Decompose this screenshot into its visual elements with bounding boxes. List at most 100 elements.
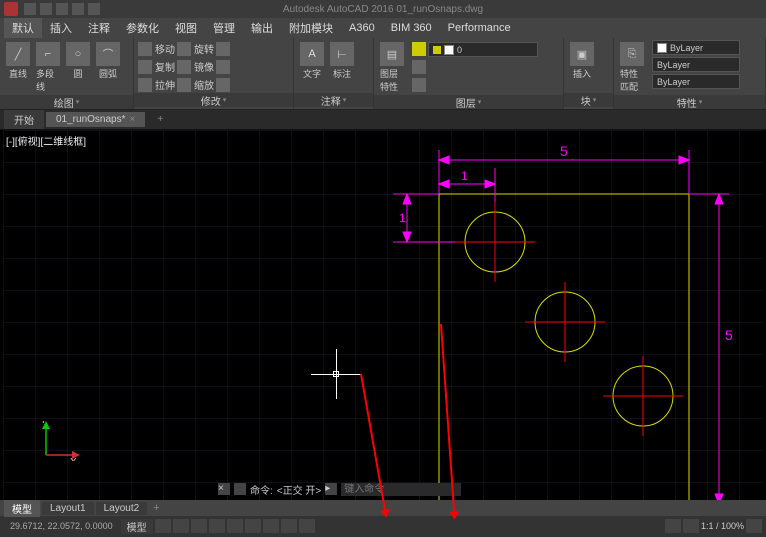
tab-addins[interactable]: 附加模块 — [281, 18, 341, 38]
tool-mirror[interactable]: 镜像 — [177, 58, 214, 75]
freeze-icon — [412, 60, 426, 74]
status-workspace-icon[interactable] — [683, 519, 699, 533]
svg-text:X: X — [70, 457, 77, 461]
drawing-viewport[interactable]: [-][俯视][二维线框] 5 1 — [0, 130, 766, 500]
scale-icon — [177, 78, 191, 92]
tab-performance[interactable]: Performance — [440, 20, 519, 36]
tab-output[interactable]: 输出 — [243, 18, 281, 38]
qat-open-icon[interactable] — [40, 3, 52, 15]
close-tab-icon[interactable]: × — [130, 114, 136, 125]
status-customize-icon[interactable] — [746, 519, 762, 533]
panel-label-draw[interactable]: 绘图 — [0, 95, 133, 109]
status-annoscale-icon[interactable] — [665, 519, 681, 533]
status-grid-icon[interactable] — [155, 519, 171, 533]
tool-arc[interactable]: ⌒圆弧 — [94, 40, 122, 82]
layer-dropdown[interactable]: 0 — [428, 42, 538, 57]
layers-icon: ▤ — [380, 42, 404, 66]
layer-toggle-2[interactable] — [412, 58, 426, 75]
tool-text[interactable]: A文字 — [298, 40, 326, 82]
title-bar: Autodesk AutoCAD 2016 01_runOsnaps.dwg — [0, 0, 766, 18]
tool-match-properties[interactable]: ⎘特性匹配 — [618, 40, 646, 95]
panel-label-modify[interactable]: 修改 — [134, 93, 293, 107]
tab-annotate[interactable]: 注释 — [80, 18, 118, 38]
ribbon: ╱直线 ⌐多段线 ○圆 ⌒圆弧 绘图 移动 复制 拉伸 旋转 镜像 缩放 — [0, 38, 766, 110]
qat-undo-icon[interactable] — [72, 3, 84, 15]
app-logo-icon[interactable] — [4, 2, 18, 16]
status-lineweight-icon[interactable] — [281, 519, 297, 533]
color-dropdown[interactable]: ByLayer — [652, 40, 740, 55]
ucs-icon[interactable]: Y X — [40, 421, 80, 464]
layer-color-swatch — [444, 45, 454, 55]
tool-trim[interactable] — [216, 40, 230, 57]
status-polar-icon[interactable] — [209, 519, 225, 533]
tab-a360[interactable]: A360 — [341, 20, 383, 36]
layout-tab-model[interactable]: 模型 — [4, 500, 40, 517]
tab-bim360[interactable]: BIM 360 — [383, 20, 440, 36]
status-otrack-icon[interactable] — [245, 519, 261, 533]
doc-tab-add[interactable]: + — [147, 112, 173, 127]
color-swatch-icon — [657, 43, 667, 53]
panel-properties: ⎘特性匹配 ByLayer ByLayer ByLayer 特性 — [614, 38, 766, 109]
tool-line[interactable]: ╱直线 — [4, 40, 32, 82]
layer-toggle-1[interactable] — [412, 40, 426, 57]
tool-insert-block[interactable]: ▣插入 — [568, 40, 596, 82]
tool-rotate[interactable]: 旋转 — [177, 40, 214, 57]
dim-dy: 1 — [399, 211, 406, 225]
layout-tab-1[interactable]: Layout1 — [42, 502, 94, 515]
doc-tab-current[interactable]: 01_runOsnaps*× — [46, 112, 145, 127]
command-input[interactable] — [341, 483, 461, 496]
tool-move[interactable]: 移动 — [138, 40, 175, 57]
dim-dx: 1 — [461, 169, 468, 183]
line-icon: ╱ — [6, 42, 30, 66]
cmd-prompt-icon: ▸ — [325, 483, 337, 495]
tool-array[interactable] — [216, 76, 230, 93]
layer-bulb-icon — [433, 46, 441, 54]
tab-view[interactable]: 视图 — [167, 18, 205, 38]
panel-label-properties[interactable]: 特性 — [614, 95, 765, 109]
panel-modify: 移动 复制 拉伸 旋转 镜像 缩放 修改 — [134, 38, 294, 109]
qat-new-icon[interactable] — [24, 3, 36, 15]
status-osnap-icon[interactable] — [227, 519, 243, 533]
qat-redo-icon[interactable] — [88, 3, 100, 15]
stretch-icon — [138, 78, 152, 92]
layout-tab-2[interactable]: Layout2 — [96, 502, 148, 515]
tool-dimension[interactable]: ⊢标注 — [328, 40, 356, 82]
tool-polyline[interactable]: ⌐多段线 — [34, 40, 62, 95]
tab-default[interactable]: 默认 — [4, 18, 42, 38]
tab-manage[interactable]: 管理 — [205, 18, 243, 38]
panel-label-layers[interactable]: 图层 — [374, 95, 563, 109]
tool-fillet[interactable] — [216, 58, 230, 75]
status-zoom[interactable]: 1:1 / 100% — [701, 521, 744, 531]
tool-scale[interactable]: 缩放 — [177, 76, 214, 93]
arc-icon: ⌒ — [96, 42, 120, 66]
cmd-prefix: 命令: — [250, 482, 273, 497]
status-space[interactable]: 模型 — [121, 519, 153, 534]
tab-parametric[interactable]: 参数化 — [118, 18, 167, 38]
tool-stretch[interactable]: 拉伸 — [138, 76, 175, 93]
linetype-dropdown[interactable]: ByLayer — [652, 74, 740, 89]
cmd-status: <正交 开> — [277, 482, 321, 497]
panel-label-block[interactable]: 块 — [564, 93, 613, 107]
tool-copy[interactable]: 复制 — [138, 58, 175, 75]
bulb-icon — [412, 42, 426, 56]
status-transparency-icon[interactable] — [299, 519, 315, 533]
status-ortho-icon[interactable] — [191, 519, 207, 533]
tab-insert[interactable]: 插入 — [42, 18, 80, 38]
tool-layer-properties[interactable]: ▤图层特性 — [378, 40, 406, 95]
layer-toggle-3[interactable] — [412, 76, 426, 93]
panel-label-annotate[interactable]: 注释 — [294, 93, 373, 107]
command-line[interactable]: × 命令: <正交 开> ▸ — [218, 481, 461, 497]
array-icon — [216, 78, 230, 92]
tool-circle[interactable]: ○圆 — [64, 40, 92, 82]
doc-tab-start[interactable]: 开始 — [4, 110, 44, 129]
cmd-wrench-icon[interactable] — [234, 483, 246, 495]
layout-tab-add[interactable]: + — [149, 502, 163, 514]
ribbon-tab-bar: 默认 插入 注释 参数化 视图 管理 输出 附加模块 A360 BIM 360 … — [0, 18, 766, 38]
status-snap-icon[interactable] — [173, 519, 189, 533]
cmd-close-icon[interactable]: × — [218, 483, 230, 495]
lineweight-dropdown[interactable]: ByLayer — [652, 57, 740, 72]
panel-block: ▣插入 块 — [564, 38, 614, 109]
status-dyninput-icon[interactable] — [263, 519, 279, 533]
qat-save-icon[interactable] — [56, 3, 68, 15]
coordinates-readout[interactable]: 29.6712, 22.0572, 0.0000 — [4, 521, 119, 531]
